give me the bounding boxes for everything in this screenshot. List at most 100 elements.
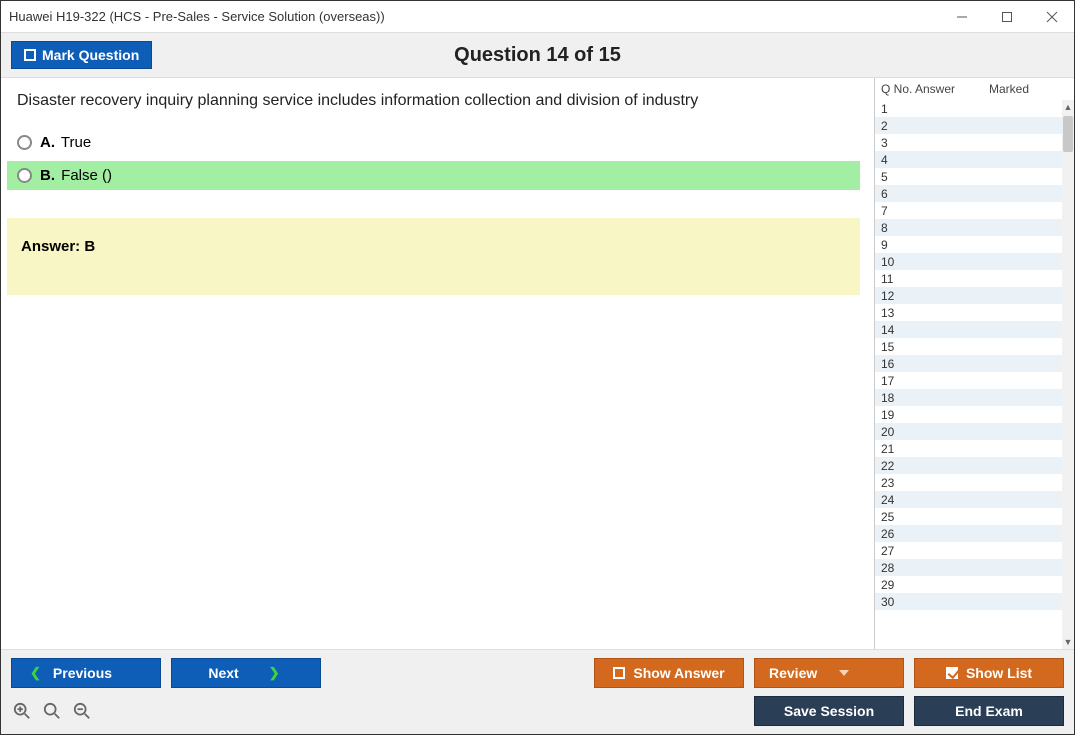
titlebar: Huawei H19-322 (HCS - Pre-Sales - Servic… [1,1,1074,33]
list-row[interactable]: 17 [875,372,1062,389]
list-row-number: 25 [881,510,894,524]
list-row[interactable]: 9 [875,236,1062,253]
question-counter: Question 14 of 15 [454,44,621,67]
option-b-text: False () [61,167,112,184]
list-row-number: 29 [881,578,894,592]
option-a-text: True [61,134,91,151]
list-row-number: 5 [881,170,888,184]
next-button[interactable]: Next ❯ [171,658,321,688]
list-row[interactable]: 10 [875,253,1062,270]
list-row-number: 6 [881,187,888,201]
col-qno: Q No. [881,82,915,96]
option-a-label: A. True [40,134,91,151]
list-row[interactable]: 8 [875,219,1062,236]
list-row[interactable]: 30 [875,593,1062,610]
list-row[interactable]: 28 [875,559,1062,576]
question-text: Disaster recovery inquiry planning servi… [17,92,860,110]
list-row-number: 4 [881,153,888,167]
save-session-button[interactable]: Save Session [754,696,904,726]
list-row[interactable]: 20 [875,423,1062,440]
list-row-number: 26 [881,527,894,541]
radio-icon [17,135,32,150]
list-row-number: 24 [881,493,894,507]
mark-question-button[interactable]: Mark Question [11,41,152,69]
previous-button[interactable]: ❮ Previous [11,658,161,688]
list-row[interactable]: 11 [875,270,1062,287]
zoom-out-button[interactable] [71,700,93,722]
list-row-number: 9 [881,238,888,252]
show-list-button[interactable]: Show List [914,658,1064,688]
zoom-in-button[interactable] [11,700,33,722]
scrollbar[interactable]: ▲ ▼ [1062,100,1074,649]
list-row-number: 2 [881,119,888,133]
save-session-label: Save Session [784,703,874,719]
list-header: Q No. Answer Marked [875,78,1074,100]
end-exam-label: End Exam [955,703,1023,719]
list-row[interactable]: 5 [875,168,1062,185]
list-row[interactable]: 13 [875,304,1062,321]
list-row[interactable]: 25 [875,508,1062,525]
list-row[interactable]: 1 [875,100,1062,117]
show-answer-label: Show Answer [633,665,724,681]
footer: ❮ Previous Next ❯ Show Answer Review Sho… [1,649,1074,734]
list-row[interactable]: 6 [875,185,1062,202]
list-row[interactable]: 21 [875,440,1062,457]
main-area: Disaster recovery inquiry planning servi… [1,78,1074,649]
list-row[interactable]: 16 [875,355,1062,372]
list-row-number: 28 [881,561,894,575]
show-list-label: Show List [966,665,1032,681]
list-row-number: 12 [881,289,894,303]
list-row[interactable]: 4 [875,151,1062,168]
list-row-number: 14 [881,323,894,337]
list-row[interactable]: 29 [875,576,1062,593]
list-row-number: 20 [881,425,894,439]
list-row[interactable]: 18 [875,389,1062,406]
end-exam-button[interactable]: End Exam [914,696,1064,726]
checkbox-icon [24,49,36,61]
option-b-letter: B. [40,167,55,184]
list-row[interactable]: 3 [875,134,1062,151]
list-body: 1234567891011121314151617181920212223242… [875,100,1074,649]
list-row[interactable]: 26 [875,525,1062,542]
next-label: Next [208,665,238,681]
scroll-up-icon[interactable]: ▲ [1062,100,1074,114]
checkbox-checked-icon [946,667,958,679]
chevron-left-icon: ❮ [30,665,41,681]
option-b-label: B. False () [40,167,112,184]
list-row[interactable]: 7 [875,202,1062,219]
review-label: Review [769,665,817,681]
list-row[interactable]: 19 [875,406,1062,423]
list-row-number: 7 [881,204,888,218]
list-row[interactable]: 14 [875,321,1062,338]
list-row-number: 3 [881,136,888,150]
list-row[interactable]: 24 [875,491,1062,508]
window-controls [939,2,1074,32]
list-row[interactable]: 23 [875,474,1062,491]
maximize-button[interactable] [984,2,1029,32]
list-row-number: 23 [881,476,894,490]
list-row-number: 21 [881,442,894,456]
list-row[interactable]: 2 [875,117,1062,134]
show-answer-button[interactable]: Show Answer [594,658,744,688]
review-dropdown[interactable]: Review [754,658,904,688]
list-row-number: 19 [881,408,894,422]
list-row-number: 1 [881,102,888,116]
list-row[interactable]: 15 [875,338,1062,355]
zoom-reset-button[interactable] [41,700,63,722]
list-row[interactable]: 12 [875,287,1062,304]
answer-label: Answer: B [21,238,95,255]
app-window: Huawei H19-322 (HCS - Pre-Sales - Servic… [0,0,1075,735]
option-a[interactable]: A. True [7,128,860,157]
scroll-down-icon[interactable]: ▼ [1062,635,1074,649]
previous-label: Previous [53,665,112,681]
col-marked: Marked [989,82,1068,96]
list-row[interactable]: 27 [875,542,1062,559]
list-row[interactable]: 22 [875,457,1062,474]
list-row-number: 18 [881,391,894,405]
footer-row-2: Save Session End Exam [11,696,1064,726]
list-row-number: 30 [881,595,894,609]
minimize-button[interactable] [939,2,984,32]
option-b[interactable]: B. False () [7,161,860,190]
close-button[interactable] [1029,2,1074,32]
scroll-thumb[interactable] [1063,116,1073,152]
